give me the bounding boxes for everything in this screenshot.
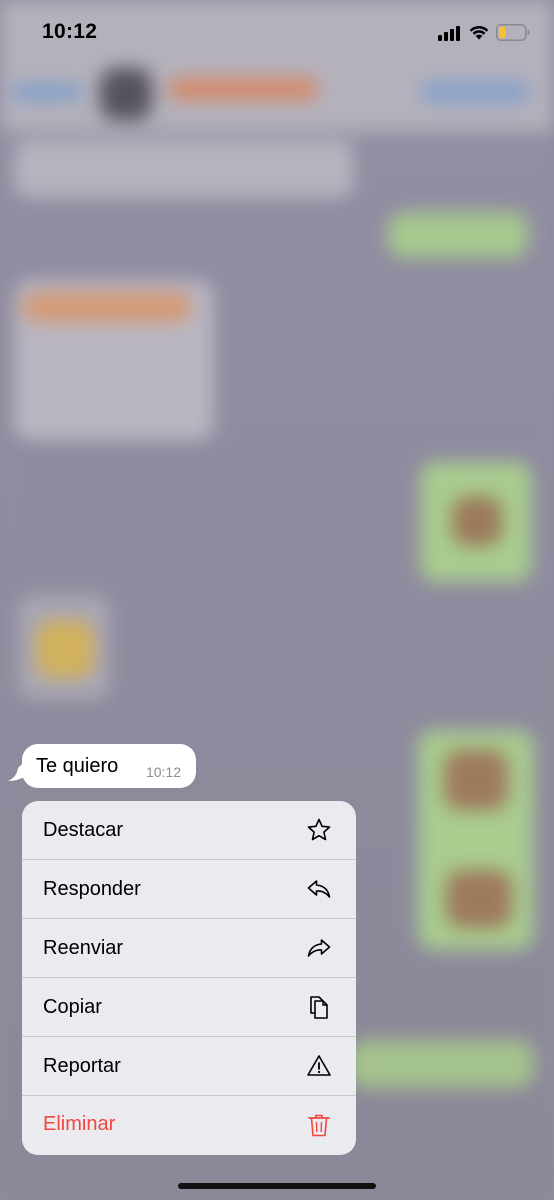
menu-item-label: Eliminar — [43, 1113, 116, 1135]
message-context-menu: Destacar Responder Reenviar Copiar Repor… — [22, 801, 356, 1155]
menu-item-copiar[interactable]: Copiar — [22, 978, 356, 1037]
wifi-icon — [468, 23, 490, 41]
message-text: Te quiero — [36, 755, 119, 777]
forward-icon — [306, 935, 332, 961]
menu-item-label: Responder — [43, 877, 141, 900]
menu-item-label: Reportar — [43, 1054, 121, 1077]
selected-message-bubble[interactable]: Te quiero 10:12 — [22, 744, 196, 788]
menu-item-label: Destacar — [43, 818, 124, 841]
home-indicator[interactable] — [178, 1183, 376, 1189]
menu-item-responder[interactable]: Responder — [22, 860, 356, 919]
menu-item-reportar[interactable]: Reportar — [22, 1037, 356, 1096]
status-time: 10:12 — [42, 20, 98, 43]
message-time: 10:12 — [145, 764, 181, 780]
menu-item-destacar[interactable]: Destacar — [22, 801, 356, 860]
cellular-signal-icon — [438, 25, 462, 41]
menu-item-eliminar[interactable]: Eliminar — [22, 1096, 356, 1153]
status-bar: 10:12 — [0, 0, 554, 60]
copy-icon — [306, 994, 332, 1020]
trash-icon — [306, 1112, 332, 1138]
menu-item-label: Reenviar — [43, 936, 124, 959]
reply-icon — [306, 876, 332, 902]
star-icon — [306, 817, 332, 843]
menu-item-label: Copiar — [43, 995, 102, 1018]
battery-low-icon — [496, 24, 530, 41]
warning-icon — [306, 1053, 332, 1079]
menu-item-reenviar[interactable]: Reenviar — [22, 919, 356, 978]
